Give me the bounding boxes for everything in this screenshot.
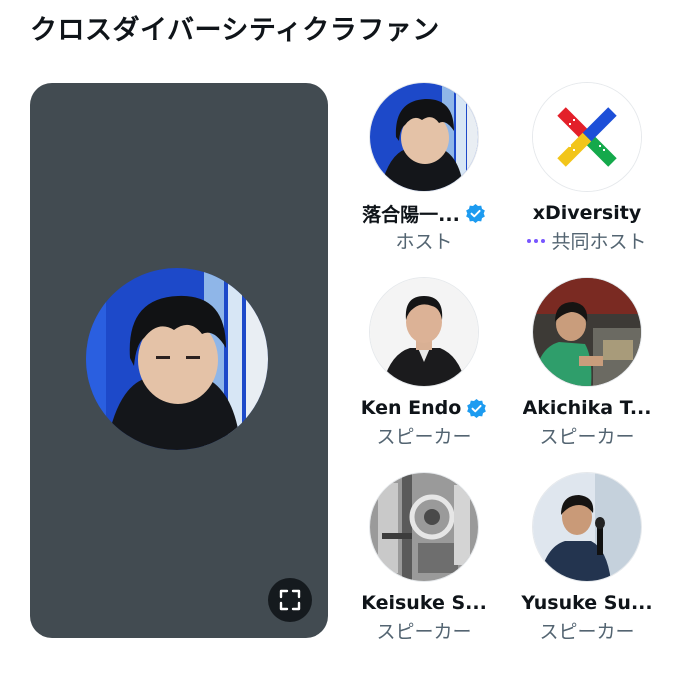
participant-name: Keisuke S... xyxy=(361,592,487,614)
speaker-avatar[interactable] xyxy=(86,268,268,450)
avatar xyxy=(369,277,479,387)
person-photo-icon xyxy=(86,268,268,450)
person-photo-icon xyxy=(533,278,641,386)
participant-name: 落合陽一... xyxy=(362,203,460,226)
participant-role: スピーカー xyxy=(376,426,472,448)
person-photo-icon xyxy=(533,473,641,581)
participant-speaker[interactable]: Yusuke Su... スピーカー xyxy=(507,472,667,644)
speaker-video-panel[interactable] xyxy=(30,83,328,638)
avatar xyxy=(369,472,479,582)
participant-host[interactable]: 落合陽一... ホスト xyxy=(344,82,504,254)
participant-speaker[interactable]: Keisuke S... スピーカー xyxy=(344,472,504,644)
participant-cohost[interactable]: xDiversity 共同ホスト xyxy=(507,82,667,254)
verified-badge-icon xyxy=(465,203,485,223)
avatar xyxy=(369,82,479,192)
person-photo-icon xyxy=(370,83,478,191)
avatar xyxy=(532,82,642,192)
participant-name: Yusuke Su... xyxy=(521,592,653,614)
participant-role: ホスト xyxy=(395,231,453,253)
person-photo-icon xyxy=(370,278,478,386)
participant-role: スピーカー xyxy=(539,621,635,643)
participant-name: Akichika T... xyxy=(522,397,652,419)
avatar xyxy=(532,472,642,582)
space-screen: クロスダイバーシティクラファン 落合陽一... ホスト xDiversity 共… xyxy=(0,0,690,675)
expand-icon xyxy=(279,589,301,611)
participant-name: Ken Endo xyxy=(360,397,462,419)
xdiversity-logo-icon xyxy=(533,83,641,191)
participant-speaker[interactable]: Akichika T... スピーカー xyxy=(507,277,667,449)
participant-role: スピーカー xyxy=(376,621,472,643)
space-title: クロスダイバーシティクラファン xyxy=(30,15,440,46)
participant-role: スピーカー xyxy=(539,426,635,448)
verified-badge-icon xyxy=(467,398,487,418)
machine-photo-icon xyxy=(370,473,478,581)
avatar xyxy=(532,277,642,387)
speaking-indicator-icon xyxy=(527,238,546,243)
participant-speaker[interactable]: Ken Endo スピーカー xyxy=(344,277,504,449)
participant-role: 共同ホスト xyxy=(507,227,667,254)
participant-name: xDiversity xyxy=(532,202,642,224)
fullscreen-button[interactable] xyxy=(268,578,312,622)
